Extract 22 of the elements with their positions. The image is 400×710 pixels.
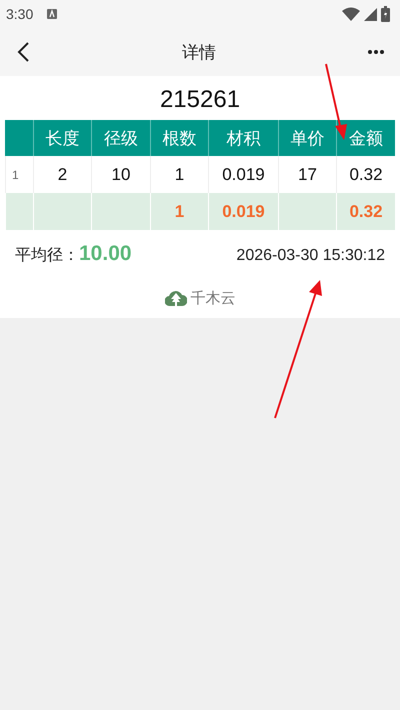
column-header: 根数 xyxy=(150,120,208,156)
record-number: 215261 xyxy=(160,86,240,113)
status-time: 3:30 xyxy=(6,6,34,22)
cloud-tree-icon xyxy=(164,288,186,308)
wifi-icon xyxy=(342,7,360,21)
table-cell: 1 xyxy=(150,193,208,230)
page-title: 详情 xyxy=(181,42,217,64)
more-icon[interactable] xyxy=(368,50,384,54)
signal-icon xyxy=(364,8,377,20)
back-icon[interactable] xyxy=(16,41,30,63)
column-header: 材积 xyxy=(208,120,278,156)
table-cell: 0.32 xyxy=(336,193,395,230)
notification-icon xyxy=(47,9,58,19)
column-header: 长度 xyxy=(33,120,91,156)
column-header: 径级 xyxy=(91,120,150,156)
column-header: 单价 xyxy=(278,120,336,156)
average-diameter-label: 平均径： xyxy=(15,245,79,266)
average-diameter-value: 10.00 xyxy=(79,242,132,266)
table-cell: 0.019 xyxy=(208,193,278,230)
battery-icon xyxy=(381,6,390,22)
brand-name: 千木云 xyxy=(190,288,236,308)
date-time: 2026-03-30 15:30:12 xyxy=(236,247,385,265)
